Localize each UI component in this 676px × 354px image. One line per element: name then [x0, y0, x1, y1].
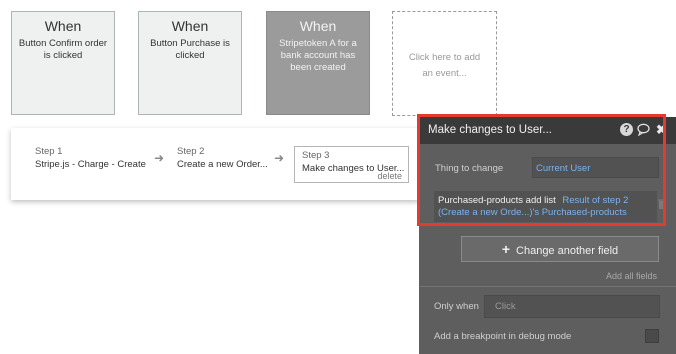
arrow-right-icon: ➜ [274, 151, 285, 165]
thing-to-change-field[interactable]: Current User [532, 157, 659, 178]
event-description: Stripetoken A for a bank account has bee… [279, 38, 357, 73]
breakpoint-label: Add a breakpoint in debug mode [434, 331, 572, 342]
breakpoint-checkbox[interactable] [645, 329, 659, 343]
close-icon[interactable]: ✖ [656, 123, 669, 136]
event-when-label: When [299, 18, 337, 34]
event-when-label: When [171, 18, 209, 34]
add-event-label: Click here to add an event... [408, 52, 481, 79]
step-1[interactable]: Step 1 Stripe.js - Charge - Create [35, 146, 146, 170]
thing-to-change-label: Thing to change [435, 163, 504, 174]
workflow-steps-bar: Step 1 Stripe.js - Charge - Create ➜ Ste… [11, 128, 420, 200]
event-description: Button Purchase is clicked [150, 38, 230, 61]
add-event-button[interactable]: Click here to add an event... [392, 11, 497, 116]
help-icon[interactable]: ? [620, 123, 633, 136]
step-number: Step 1 [35, 146, 63, 157]
change-another-field-button[interactable]: + Change another field [461, 236, 659, 262]
step-number: Step 2 [177, 146, 205, 157]
step-number: Step 3 [302, 150, 330, 161]
step-3[interactable]: Step 3 Make changes to User... delete [294, 146, 409, 183]
event-card-confirm-order[interactable]: When Button Confirm order is clicked [11, 11, 115, 115]
only-when-label: Only when [434, 301, 479, 312]
event-card-stripetoken[interactable]: When Stripetoken A for a bank account ha… [266, 11, 370, 115]
arrow-right-icon: ➜ [154, 151, 165, 165]
panel-header: Make changes to User... ? ✖ [419, 117, 676, 144]
plus-icon: + [501, 241, 511, 257]
step-name: Create a new Order... [177, 159, 268, 170]
step-2[interactable]: Step 2 Create a new Order... [177, 146, 268, 170]
step-name: Stripe.js - Charge - Create [35, 159, 146, 170]
field-value-expression-cont[interactable]: (Create a new Orde...)'s Purchased-produ… [438, 207, 627, 218]
field-value-expression[interactable]: Result of step 2 [562, 195, 628, 206]
panel-title: Make changes to User... [428, 124, 553, 136]
only-when-input[interactable]: Click [484, 295, 660, 318]
step-pointer [314, 121, 328, 128]
thing-to-change-value: Current User [536, 163, 591, 174]
add-all-fields-link[interactable]: Add all fields [606, 271, 657, 281]
divider [420, 286, 676, 287]
only-when-placeholder: Click [495, 301, 516, 312]
event-card-purchase[interactable]: When Button Purchase is clicked [138, 11, 242, 115]
event-description: Button Confirm order is clicked [18, 38, 108, 61]
event-when-label: When [44, 18, 82, 34]
changed-field-row[interactable]: Purchased-products add list Result of st… [434, 191, 657, 222]
comment-icon[interactable] [637, 123, 650, 137]
change-another-field-label: Change another field [516, 245, 619, 257]
trash-icon[interactable] [658, 196, 666, 209]
field-key: Purchased-products add list [438, 195, 556, 206]
delete-step-link[interactable]: delete [377, 171, 402, 181]
